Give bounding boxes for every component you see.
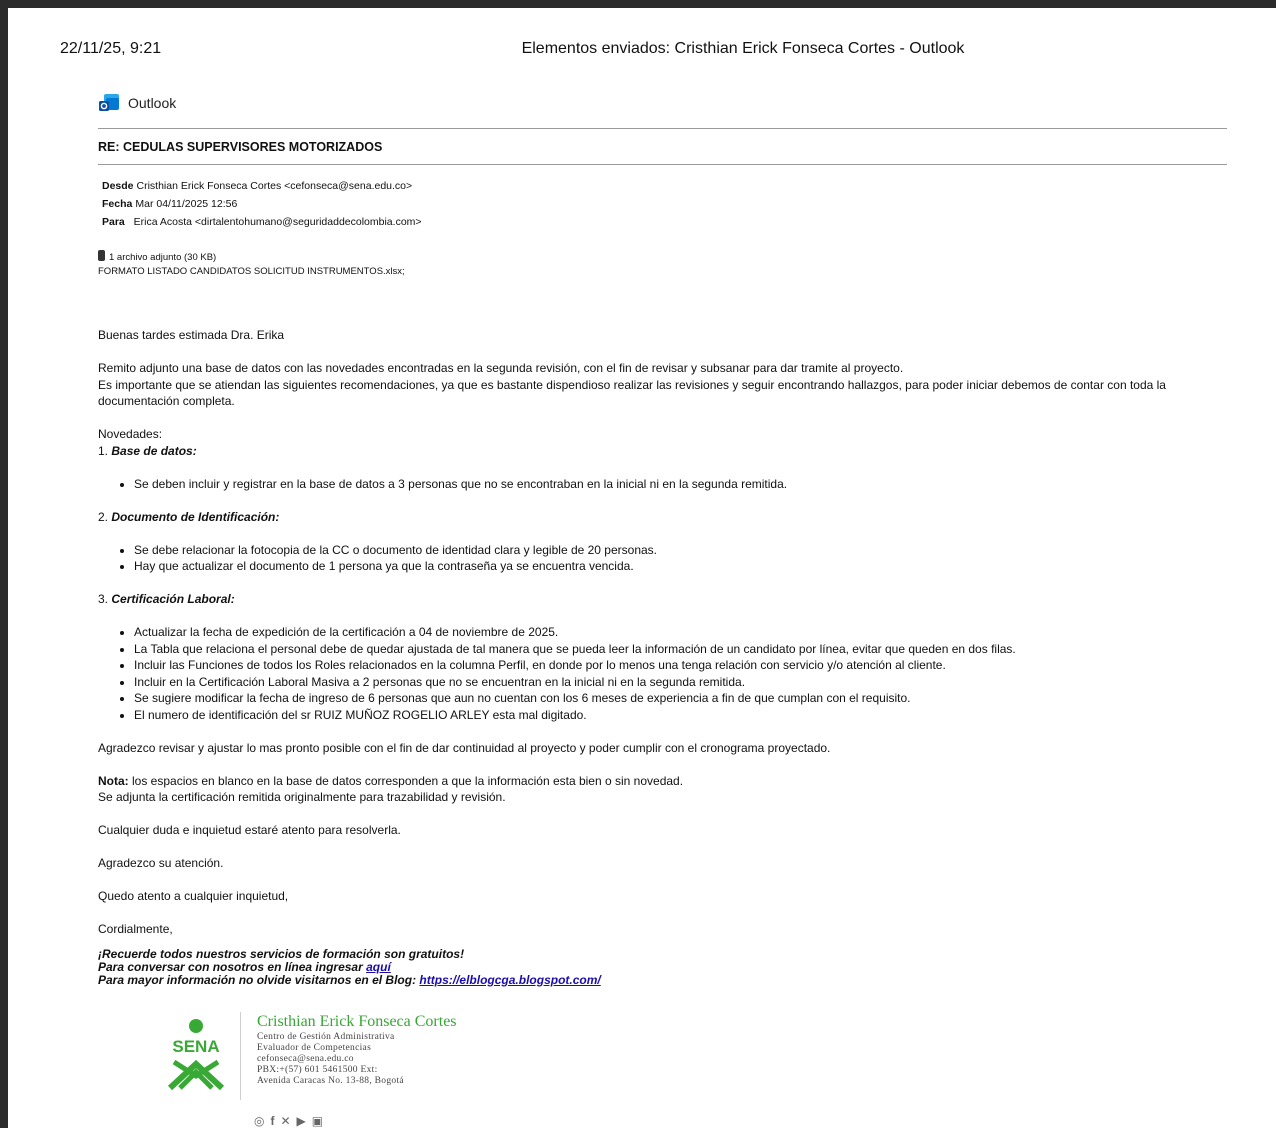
meta-from: Desde Cristhian Erick Fonseca Cortes <cef…: [102, 180, 413, 192]
list-item: El numero de identificación del sr RUIZ …: [134, 707, 1228, 724]
note: Nota: los espacios en blanco en la base …: [98, 773, 684, 788]
section-heading: 2. Documento de Identificación:: [98, 509, 280, 524]
attachment-icon: [98, 250, 105, 261]
list-item: Se sugiere modificar la fecha de ingreso…: [134, 690, 1228, 707]
paragraph: Cualquier duda e inquietud estaré atento…: [98, 823, 401, 837]
facebook-icon[interactable]: f: [270, 1114, 274, 1128]
signature-name: Cristhian Erick Fonseca Cortes: [257, 1013, 457, 1030]
section-heading: 3. Certificación Laboral:: [98, 592, 235, 606]
instagram-icon[interactable]: ◎: [254, 1114, 264, 1128]
paragraph: Agradezco revisar y ajustar lo mas pront…: [98, 740, 831, 755]
sena-logo: SENA: [167, 1019, 225, 1090]
sender: Cristhian Erick Fonseca Cortes <cefonsec…: [136, 180, 413, 192]
print-title-text: Elementos enviados: Cristhian Erick Fons…: [521, 40, 965, 57]
list-item: Incluir las Funciones de todos los Roles…: [134, 657, 1228, 674]
paragraph: Se adjunta la certificación remitida ori…: [98, 790, 506, 804]
social-icons: ◎ f ✕ ▶ ▣: [254, 1114, 323, 1128]
attachments: 1 archivo adjunto (30 KB) FORMATO LISTAD…: [98, 250, 405, 279]
signature-divider: [240, 1012, 241, 1100]
greeting: Buenas tardes estimada Dra. Erika: [98, 328, 285, 342]
section-list: Se deben incluir y registrar en la base …: [98, 476, 1228, 493]
meta-to: Para Erica Acosta <dirtalentohumano@segu…: [102, 216, 422, 228]
paragraph: Remito adjunto una base de datos con las…: [98, 361, 904, 375]
page-border-left: [0, 0, 8, 1128]
paragraph: Quedo atento a cualquier inquietud,: [98, 889, 289, 903]
list-item: La Tabla que relaciona el personal debe …: [134, 641, 1228, 658]
meta-date: Fecha Mar 04/11/2025 12:56: [102, 198, 238, 210]
print-title: Elementos enviados: Cristhian Erick Fons…: [0, 40, 1276, 58]
attachment-name[interactable]: FORMATO LISTADO CANDIDATOS SOLICITUD INS…: [98, 265, 405, 279]
divider: [98, 128, 1227, 129]
novedades-label: Novedades:: [98, 427, 163, 441]
list-item: Se deben incluir y registrar en la base …: [134, 476, 1228, 493]
signature-org: Centro de Gestión Administrativa: [257, 1032, 395, 1042]
blog-link[interactable]: https://elblogcga.blogspot.com/: [419, 973, 600, 987]
page-border-top: [0, 0, 1276, 8]
sent-date: Mar 04/11/2025 12:56: [135, 198, 238, 210]
recipient: Erica Acosta <dirtalentohumano@seguridad…: [133, 216, 422, 228]
paragraph: Agradezco su atención.: [98, 856, 224, 870]
attachment-summary: 1 archivo adjunto (30 KB): [109, 252, 217, 263]
email-meta: Desde Cristhian Erick Fonseca Cortes <cef…: [102, 177, 422, 231]
signature-role: Evaluador de Competencias: [257, 1043, 372, 1053]
youtube-icon[interactable]: ▶: [297, 1114, 306, 1128]
signature-phone: PBX:+(57) 601 5461500 Ext:: [257, 1065, 378, 1075]
signature-address: Avenida Caracas No. 13-88, Bogotá: [257, 1076, 404, 1086]
list-item: Incluir en la Certificación Laboral Masi…: [134, 674, 1228, 691]
outlook-brand: Outlook: [98, 93, 176, 113]
signoff: Cordialmente,: [98, 922, 173, 936]
paragraph: Es importante que se atiendan las siguie…: [98, 377, 1166, 409]
section-heading: 1. Base de datos:: [98, 443, 197, 458]
linkedin-icon[interactable]: ▣: [312, 1114, 323, 1128]
section-list: Actualizar la fecha de expedición de la …: [98, 624, 1228, 723]
svg-text:SENA: SENA: [172, 1037, 219, 1056]
promo-line: Para mayor información no olvide visitar…: [98, 972, 601, 987]
email-subject: RE: CEDULAS SUPERVISORES MOTORIZADOS: [98, 140, 383, 154]
signature-email[interactable]: cefonseca@sena.edu.co: [257, 1054, 457, 1065]
section-list: Se debe relacionar la fotocopia de la CC…: [98, 542, 1228, 575]
divider: [98, 164, 1227, 165]
chat-link[interactable]: aquí: [366, 960, 391, 974]
signature-text: Cristhian Erick Fonseca Cortes Centro de…: [257, 1012, 457, 1100]
brand-label: Outlook: [128, 95, 177, 111]
list-item: Hay que actualizar el documento de 1 per…: [134, 558, 1228, 575]
twitter-icon[interactable]: ✕: [280, 1114, 290, 1128]
email-signature: SENA Cristhian Erick Fonseca Cortes Cent…: [160, 1012, 457, 1100]
outlook-icon: [99, 94, 119, 111]
email-body: Buenas tardes estimada Dra. Erika Remito…: [98, 327, 1228, 987]
list-item: Se debe relacionar la fotocopia de la CC…: [134, 542, 1228, 559]
list-item: Actualizar la fecha de expedición de la …: [134, 624, 1228, 641]
